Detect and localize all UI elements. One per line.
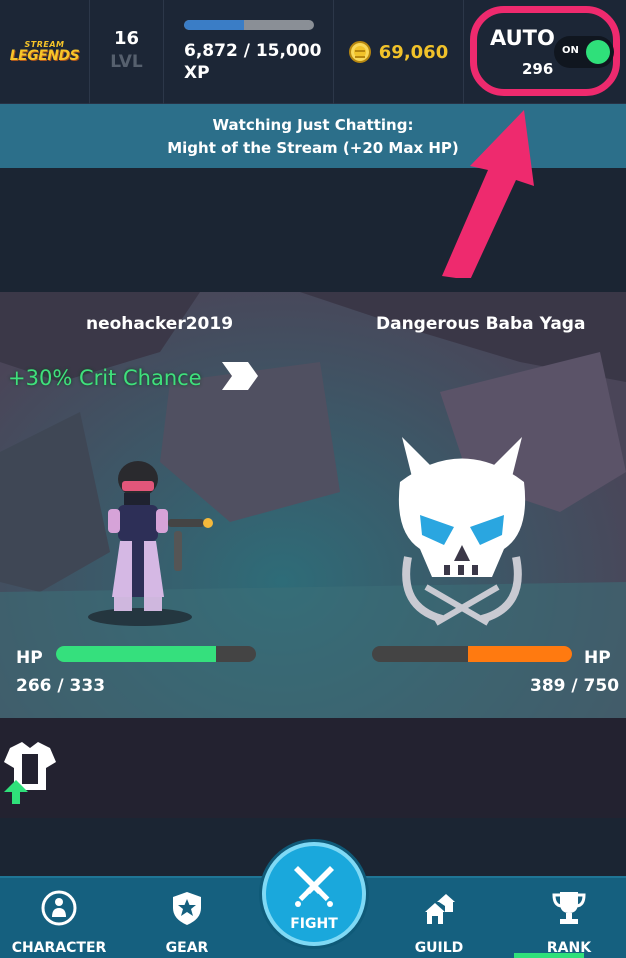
nav-gear[interactable]: GEAR bbox=[132, 888, 242, 956]
nav-character-label: CHARACTER bbox=[11, 940, 107, 956]
top-header: STREAM LEGENDS 16 LVL 6,872 / 15,000 XP … bbox=[0, 0, 626, 104]
player-hp-fill bbox=[56, 646, 216, 662]
battle-ground bbox=[0, 718, 626, 818]
xp-label: XP bbox=[184, 63, 210, 83]
gold-display: 69,060 bbox=[334, 0, 464, 104]
armor-upgrade-icon[interactable] bbox=[0, 740, 60, 810]
enemy-hp-label: HP bbox=[584, 648, 611, 668]
player-hp-label: HP bbox=[16, 648, 43, 668]
player-hp-bar bbox=[56, 646, 256, 662]
auto-battle-control: AUTO 296 ON bbox=[464, 0, 626, 104]
guild-house-icon bbox=[425, 894, 455, 924]
nav-guild[interactable]: GUILD bbox=[384, 888, 494, 956]
stream-legends-logo: STREAM LEGENDS bbox=[0, 0, 90, 104]
annotation-arrow-icon bbox=[442, 110, 534, 278]
toggle-knob bbox=[586, 40, 610, 64]
enemy-hp-value: 389 / 750 bbox=[530, 676, 620, 696]
gold-value: 69,060 bbox=[378, 41, 449, 63]
auto-label: AUTO bbox=[490, 26, 555, 50]
nav-guild-label: GUILD bbox=[414, 940, 464, 956]
enemy-hp-bar bbox=[372, 646, 572, 662]
level-display: 16 LVL bbox=[90, 0, 164, 104]
toggle-on-label: ON bbox=[562, 45, 579, 56]
level-value: 16 bbox=[113, 28, 140, 49]
xp-value: 6,872 / 15,000 bbox=[184, 41, 322, 61]
xp-progress-bar bbox=[184, 20, 314, 30]
level-label: LVL bbox=[110, 52, 143, 72]
enemy-skull-icon bbox=[398, 437, 526, 626]
crossed-swords-icon bbox=[294, 866, 334, 907]
fight-label: FIGHT bbox=[290, 916, 338, 932]
trophy-icon bbox=[552, 892, 586, 924]
nav-character[interactable]: CHARACTER bbox=[4, 888, 114, 956]
enemy-hp-fill bbox=[468, 646, 572, 662]
gold-coin-icon bbox=[348, 41, 371, 63]
player-name: neohacker2019 bbox=[86, 314, 234, 334]
crit-buff-text: +30% Crit Chance bbox=[8, 366, 202, 390]
xp-progress-fill bbox=[184, 20, 244, 30]
enemy-name: Dangerous Baba Yaga bbox=[376, 314, 586, 334]
auto-toggle[interactable]: ON bbox=[554, 36, 614, 68]
player-character bbox=[108, 461, 213, 611]
xp-display: 6,872 / 15,000 XP bbox=[164, 0, 334, 104]
nav-rank[interactable]: RANK bbox=[514, 888, 624, 956]
character-icon bbox=[41, 890, 77, 926]
battle-scene: neohacker2019 Dangerous Baba Yaga +30% C… bbox=[0, 292, 626, 818]
player-hp-value: 266 / 333 bbox=[16, 676, 106, 696]
nav-gear-label: GEAR bbox=[165, 940, 209, 956]
nav-active-indicator bbox=[514, 953, 584, 958]
auto-count: 296 bbox=[522, 60, 554, 78]
gear-shield-icon bbox=[173, 892, 201, 925]
fight-button[interactable]: FIGHT bbox=[262, 842, 366, 946]
